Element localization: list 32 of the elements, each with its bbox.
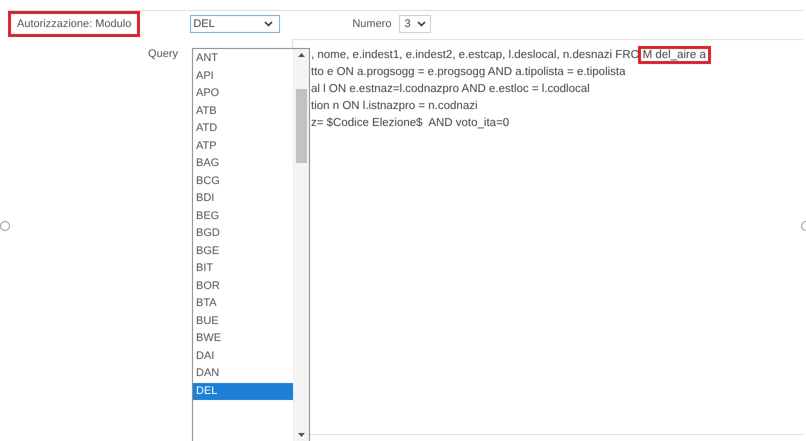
dropdown-option[interactable]: API xyxy=(193,68,293,85)
dropdown-option[interactable]: DAI xyxy=(193,348,293,365)
dropdown-option[interactable]: DAN xyxy=(193,365,293,382)
dropdown-option[interactable]: BGE xyxy=(193,242,293,260)
authorization-label: Autorizzazione: Modulo xyxy=(8,11,140,37)
dropdown-option[interactable]: ANT xyxy=(193,50,293,68)
caret-icon xyxy=(417,21,426,27)
scrollbar-thumb[interactable] xyxy=(296,89,307,163)
dropdown-option[interactable]: BDI xyxy=(193,190,293,208)
scroll-up-icon[interactable] xyxy=(298,53,305,57)
dropdown-option[interactable]: ATP xyxy=(193,138,293,155)
dropdown-option[interactable]: BEG xyxy=(193,208,293,225)
dropdown-option[interactable]: BIT xyxy=(193,260,293,278)
dropdown-option[interactable]: BWE xyxy=(193,330,293,348)
dropdown-option[interactable]: BAG xyxy=(193,155,293,172)
scrollbar[interactable] xyxy=(293,49,309,441)
scroll-down-icon[interactable] xyxy=(298,433,305,437)
resize-handle[interactable] xyxy=(0,221,10,231)
number-select[interactable]: 3 xyxy=(399,15,432,33)
dropdown-option[interactable]: APO xyxy=(193,85,293,102)
dropdown-option[interactable]: BCG xyxy=(193,172,293,190)
dropdown-option[interactable]: BOR xyxy=(193,278,293,295)
dropdown-option[interactable]: ATB xyxy=(193,102,293,120)
dropdown-option[interactable]: BUE xyxy=(193,312,293,330)
dropdown-option[interactable]: BTA xyxy=(193,295,293,312)
query-label: Query xyxy=(147,47,178,62)
dropdown-option[interactable]: DEL xyxy=(193,382,293,400)
caret-icon xyxy=(264,21,274,27)
module-select[interactable]: DEL xyxy=(190,15,280,33)
dropdown-option[interactable]: ATD xyxy=(193,120,293,138)
dropdown-option[interactable]: BGD xyxy=(193,225,293,242)
number-label: Numero xyxy=(352,18,392,30)
